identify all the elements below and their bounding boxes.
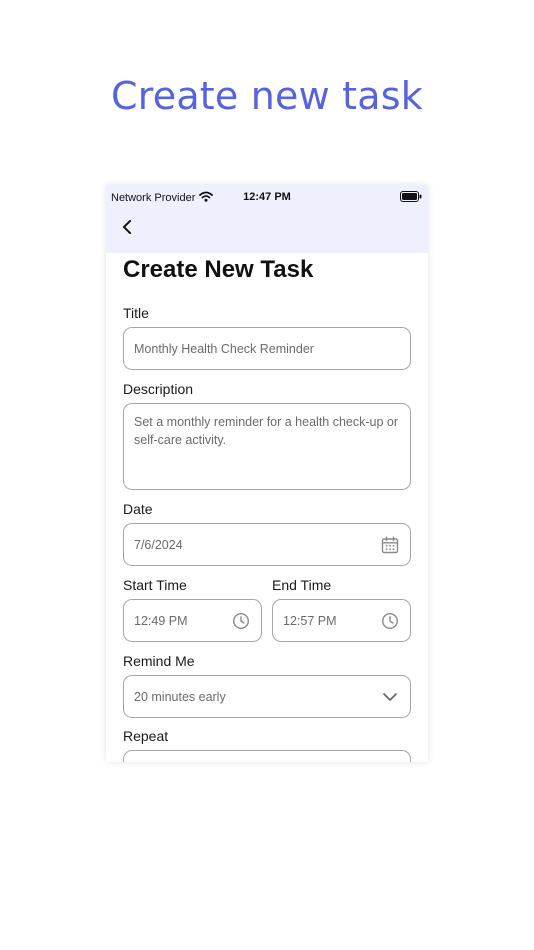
clock-icon[interactable] <box>231 611 251 631</box>
date-value: 7/6/2024 <box>134 537 183 552</box>
title-input[interactable]: Monthly Health Check Reminder <box>123 327 411 370</box>
date-field[interactable]: 7/6/2024 <box>123 523 411 566</box>
description-textarea[interactable]: Set a monthly reminder for a health chec… <box>123 403 411 490</box>
calendar-icon[interactable] <box>380 535 400 555</box>
end-time-value: 12:57 PM <box>283 613 337 628</box>
promo-title: Create new task <box>111 74 423 118</box>
start-time-label: Start Time <box>123 577 187 593</box>
date-label: Date <box>123 501 153 517</box>
phone-screen: Network Provider 12:47 PM Create New Tas… <box>106 185 428 762</box>
app-bar: Network Provider 12:47 PM <box>106 185 428 253</box>
chevron-down-icon <box>380 687 400 707</box>
back-button[interactable] <box>118 219 136 240</box>
title-input-value: Monthly Health Check Reminder <box>134 341 314 356</box>
page-title: Create New Task <box>123 256 314 283</box>
status-time: 12:47 PM <box>243 191 291 203</box>
description-value: Set a monthly reminder for a health chec… <box>134 415 399 447</box>
remind-dropdown[interactable]: 20 minutes early <box>123 675 411 718</box>
end-time-label: End Time <box>272 577 332 593</box>
start-time-field[interactable]: 12:49 PM <box>123 599 262 642</box>
repeat-label: Repeat <box>123 728 169 744</box>
remind-value: 20 minutes early <box>134 689 226 704</box>
clock-icon[interactable] <box>380 611 400 631</box>
repeat-dropdown[interactable] <box>123 750 411 762</box>
battery-icon <box>400 191 422 205</box>
start-time-value: 12:49 PM <box>134 613 188 628</box>
remind-label: Remind Me <box>123 653 195 669</box>
description-label: Description <box>123 381 194 397</box>
title-label: Title <box>123 305 149 321</box>
status-bar: Network Provider 12:47 PM <box>106 185 428 209</box>
end-time-field[interactable]: 12:57 PM <box>272 599 411 642</box>
chevron-left-icon <box>121 219 133 240</box>
